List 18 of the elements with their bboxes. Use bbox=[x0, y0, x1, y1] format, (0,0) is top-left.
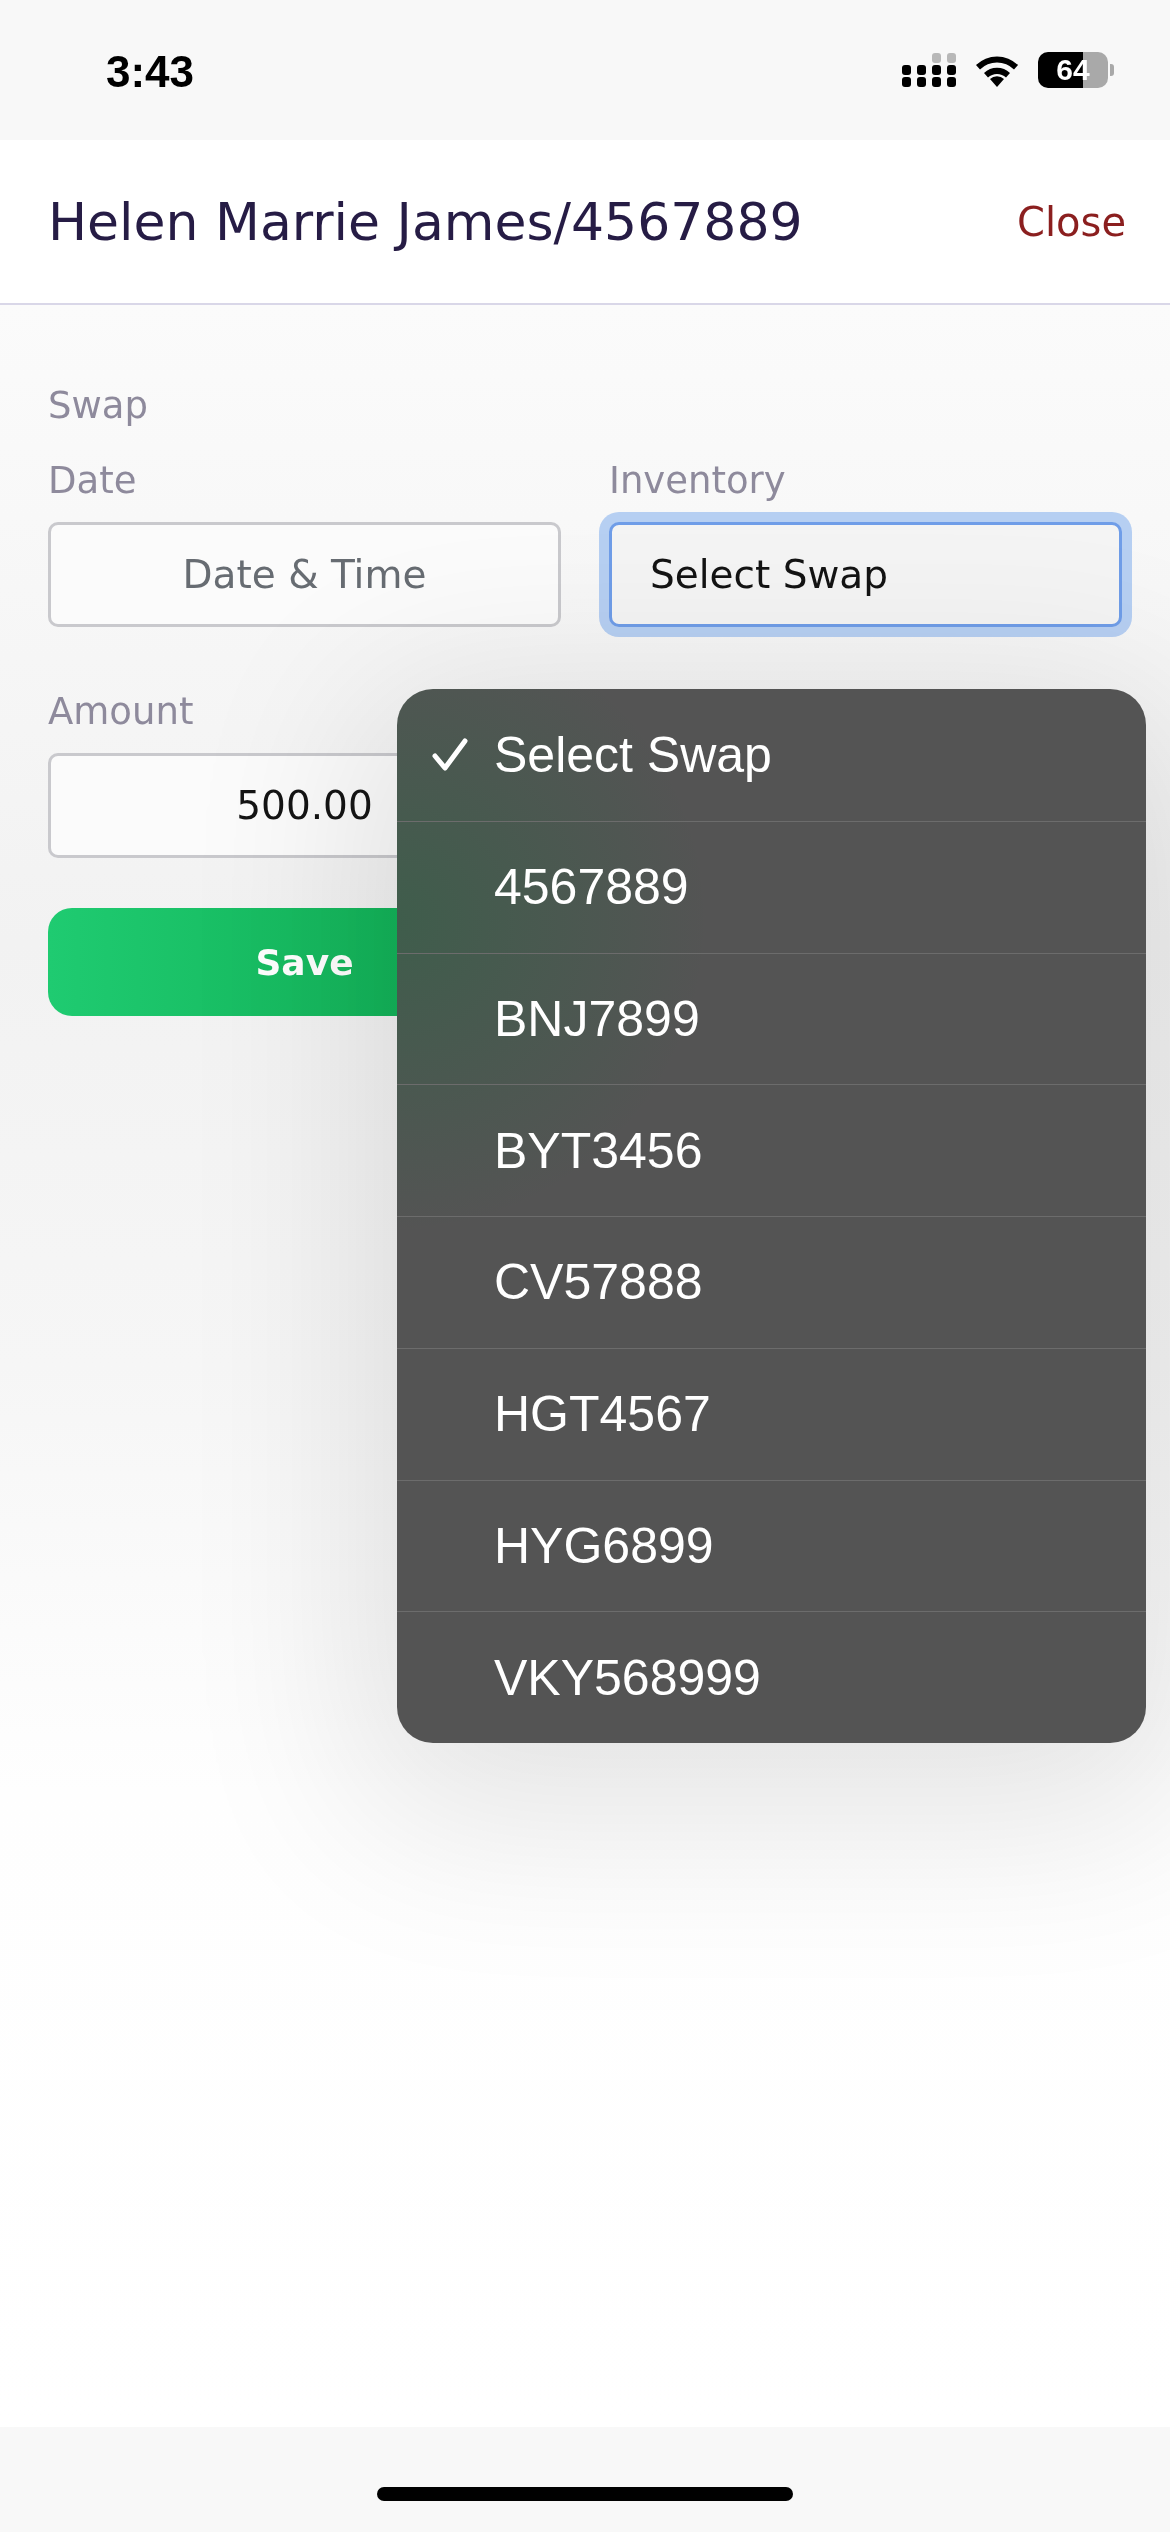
field-label: Amount bbox=[48, 689, 194, 735]
dropdown-option[interactable]: BYT3456 bbox=[397, 1084, 1146, 1216]
dropdown-option[interactable]: BNJ7899 bbox=[397, 952, 1146, 1085]
field-label: Date bbox=[48, 458, 137, 504]
field-label: Inventory bbox=[609, 458, 786, 504]
dropdown-option[interactable]: CV57888 bbox=[397, 1216, 1146, 1348]
close-link[interactable]: Close bbox=[1017, 198, 1126, 245]
dropdown-option[interactable]: VKY568999 bbox=[397, 1611, 1146, 1743]
dropdown-option[interactable]: HYG6899 bbox=[397, 1479, 1146, 1612]
signal-icon bbox=[902, 53, 956, 87]
status-time: 3:43 bbox=[106, 46, 195, 97]
dropdown-option[interactable]: 4567889 bbox=[397, 820, 1146, 953]
dropdown-option[interactable]: HGT4567 bbox=[397, 1347, 1146, 1480]
header-title: Helen Marrie James/4567889 bbox=[48, 191, 803, 252]
section-title: Swap bbox=[48, 383, 148, 429]
wifi-icon bbox=[974, 53, 1020, 87]
check-icon bbox=[432, 737, 468, 772]
date-time-field[interactable]: Date & Time bbox=[48, 522, 561, 627]
